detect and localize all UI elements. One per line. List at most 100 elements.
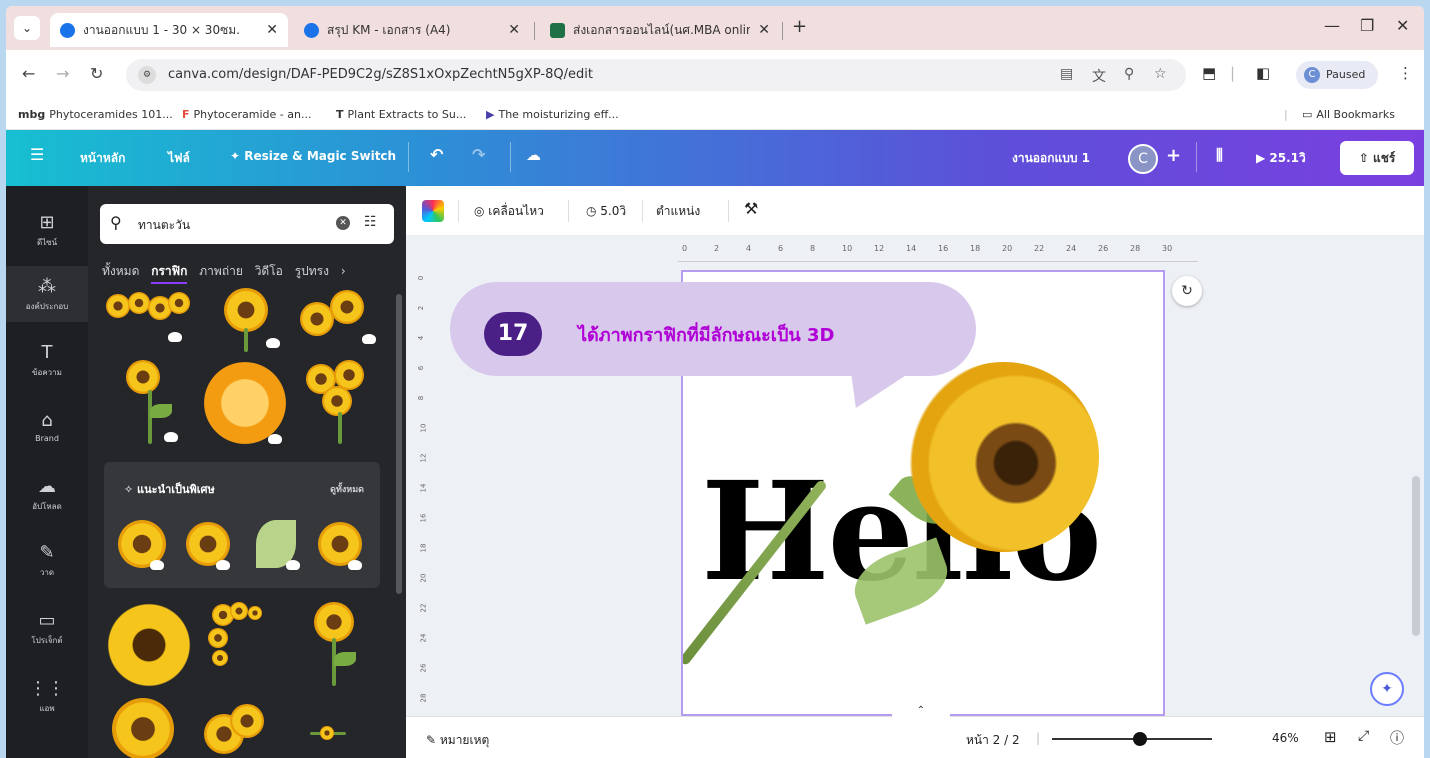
graphic-thumbnail[interactable] — [206, 600, 292, 686]
clear-search-icon[interactable]: ✕ — [336, 216, 350, 230]
graphic-thumbnail[interactable] — [300, 358, 380, 450]
page-indicator[interactable]: หน้า 2 / 2 — [966, 731, 1020, 750]
omnibox[interactable]: ⚙ canva.com/design/DAF-PED9C2g/sZ8S1xOxp… — [126, 59, 1186, 91]
tab-shapes[interactable]: รูปทรง — [295, 264, 329, 278]
translate-icon[interactable]: 文 — [1092, 66, 1106, 86]
search-input[interactable]: ⚲ ทานตะวัน ✕ ☷ — [100, 204, 394, 244]
minimize-icon[interactable]: — — [1324, 16, 1340, 35]
animate-button[interactable]: ◎ เคลื่อนไหว — [474, 202, 544, 221]
back-icon[interactable]: ← — [22, 64, 35, 83]
search-value[interactable]: ทานตะวัน — [138, 216, 190, 235]
close-tab-icon[interactable]: ✕ — [266, 22, 278, 38]
graphic-thumbnail[interactable] — [114, 516, 174, 576]
browser-tab-1[interactable]: งานออกแบบ 1 - 30 × 30ซม. ✕ — [50, 13, 288, 47]
present-button[interactable]: ▶ 25.1วิ — [1256, 149, 1306, 168]
close-tab-icon[interactable]: ✕ — [508, 22, 520, 38]
site-info-icon[interactable]: ⚙ — [138, 66, 156, 84]
rail-item-design[interactable]: ⊞ ดีไซน์ — [6, 212, 88, 252]
tab-videos[interactable]: วิดีโอ — [255, 264, 283, 278]
rail-item-elements[interactable]: ⁂ องค์ประกอบ — [6, 266, 88, 322]
graphic-thumbnail[interactable] — [302, 600, 372, 690]
clipboard-icon[interactable]: ▤ — [1060, 66, 1073, 82]
home-button[interactable]: หน้าหลัก — [80, 149, 125, 168]
tab-all[interactable]: ทั้งหมด — [102, 264, 139, 278]
magic-assistant-icon[interactable]: ✦ — [1370, 672, 1404, 706]
url-text[interactable]: canva.com/design/DAF-PED9C2g/sZ8S1xOxpZe… — [168, 67, 593, 82]
regenerate-icon[interactable]: ↻ — [1172, 276, 1202, 306]
copy-style-icon[interactable]: ⚒ — [744, 199, 758, 218]
fullscreen-icon[interactable]: ⤢ — [1358, 728, 1369, 744]
graphic-thumbnail[interactable] — [294, 288, 380, 354]
rail-item-text[interactable]: T ข้อความ — [6, 342, 88, 382]
color-picker-icon[interactable] — [422, 200, 444, 222]
share-button[interactable]: ⇧ แชร์ — [1340, 141, 1414, 175]
insights-icon[interactable]: ⫼ — [1216, 146, 1223, 164]
premium-crown-icon — [362, 334, 376, 344]
duration-button[interactable]: ◷ 5.0วิ — [586, 202, 626, 221]
bookmark-item[interactable]: ▶ The moisturizing eff... — [486, 108, 619, 121]
panel-scrollbar[interactable] — [396, 294, 402, 594]
graphic-thumbnail[interactable] — [198, 358, 290, 452]
rail-item-uploads[interactable]: ☁ อัปโหลด — [6, 476, 88, 516]
redo-icon[interactable]: ↷ — [472, 145, 485, 164]
graphic-thumbnail[interactable] — [308, 726, 348, 742]
resize-button[interactable]: ✦ Resize & Magic Switch — [230, 149, 396, 163]
menu-icon[interactable]: ⋮ — [1398, 64, 1413, 82]
add-collaborator-icon[interactable]: + — [1166, 145, 1181, 166]
workspace-scrollbar[interactable] — [1412, 476, 1420, 636]
graphic-thumbnail[interactable] — [118, 360, 188, 450]
design-name[interactable]: งานออกแบบ 1 — [1012, 149, 1090, 168]
browser-tab-3[interactable]: ส่งเอกสารออนไลน์(นศ.MBA online ✕ — [540, 13, 780, 47]
new-tab-icon[interactable]: + — [792, 16, 807, 37]
graphic-thumbnail[interactable] — [104, 694, 184, 758]
graphic-thumbnail[interactable] — [210, 288, 290, 354]
zoom-icon[interactable]: ⚲ — [1124, 66, 1134, 82]
bookmark-item[interactable]: mbg Phytoceramides 101... — [18, 108, 173, 121]
close-tab-icon[interactable]: ✕ — [758, 22, 770, 38]
browser-tab-2[interactable]: สรุป KM - เอกสาร (A4) ✕ — [294, 13, 530, 47]
rail-item-brand[interactable]: ⌂ Brand — [6, 410, 88, 450]
rail-item-projects[interactable]: ▭ โปรเจ็กต์ — [6, 610, 88, 650]
filter-icon[interactable]: ☷ — [364, 214, 377, 230]
undo-icon[interactable]: ↶ — [430, 145, 443, 164]
cloud-saved-icon[interactable]: ☁ — [526, 146, 541, 164]
bookmark-item[interactable]: F Phytoceramide - an... — [182, 108, 311, 121]
notes-button[interactable]: ✎ หมายเหตุ — [426, 731, 489, 750]
tab-search-button[interactable]: ⌄ — [14, 16, 40, 40]
chevron-right-icon[interactable]: › — [341, 264, 346, 278]
help-icon[interactable]: ⓘ — [1390, 728, 1404, 748]
all-bookmarks-button[interactable]: ▭ All Bookmarks — [1302, 108, 1395, 121]
zoom-slider-knob[interactable] — [1133, 732, 1147, 746]
bookmark-star-icon[interactable]: ☆ — [1154, 66, 1167, 82]
grid-view-icon[interactable]: ⊞ — [1324, 728, 1337, 746]
graphic-thumbnail[interactable] — [106, 292, 194, 348]
side-panel-icon[interactable]: ◧ — [1256, 64, 1270, 82]
file-menu-button[interactable]: ไฟล์ — [168, 149, 190, 168]
zoom-level[interactable]: 46% — [1272, 731, 1299, 745]
tab-graphics[interactable]: กราฟิก — [151, 264, 188, 284]
forward-icon[interactable]: → — [56, 64, 69, 83]
hamburger-icon[interactable]: ☰ — [30, 145, 44, 164]
restore-icon[interactable]: ❐ — [1360, 16, 1374, 35]
layout-icon: ⊞ — [39, 212, 55, 233]
close-window-icon[interactable]: ✕ — [1396, 16, 1409, 35]
reload-icon[interactable]: ↻ — [90, 64, 103, 83]
graphic-thumbnail[interactable] — [248, 512, 308, 576]
extensions-icon[interactable]: ⬒ — [1202, 64, 1216, 82]
graphic-thumbnail[interactable] — [312, 516, 372, 576]
rail-item-draw[interactable]: ✎ วาด — [6, 542, 88, 582]
tab-photos[interactable]: ภาพถ่าย — [199, 264, 243, 278]
graphic-thumbnail[interactable] — [180, 516, 240, 576]
rail-label: โปรเจ็กต์ — [31, 636, 63, 645]
show-pages-caret-icon[interactable]: ⌃ — [892, 705, 950, 719]
bookmark-item[interactable]: T Plant Extracts to Su... — [336, 108, 466, 121]
position-button[interactable]: ตำแหน่ง — [656, 202, 700, 221]
graphic-thumbnail[interactable] — [200, 704, 276, 758]
see-all-link[interactable]: ดูทั้งหมด — [330, 482, 364, 496]
rail-item-apps[interactable]: ⋮⋮ แอพ — [6, 678, 88, 718]
zoom-slider[interactable] — [1052, 738, 1212, 740]
profile-button[interactable]: C Paused — [1296, 61, 1378, 89]
graphic-thumbnail[interactable] — [104, 600, 196, 688]
collaborator-avatar[interactable]: C — [1128, 144, 1158, 174]
tab-title: สรุป KM - เอกสาร (A4) — [327, 22, 451, 37]
